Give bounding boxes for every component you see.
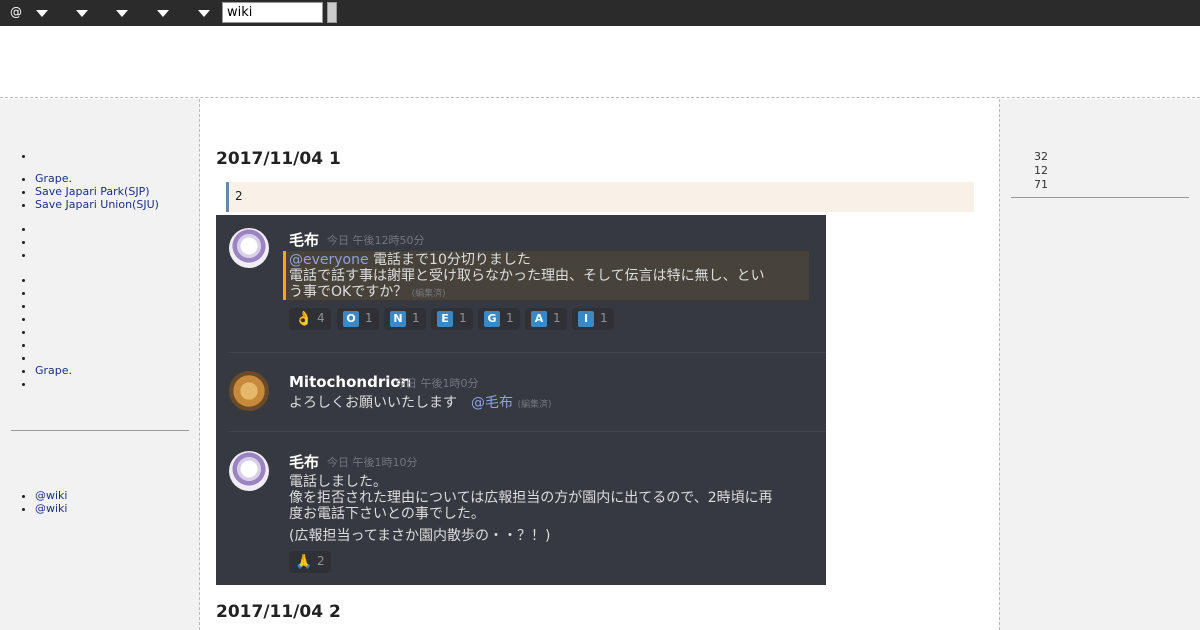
letter-g-icon: G xyxy=(484,311,500,327)
sidebar-menu: Grape. xyxy=(35,273,72,390)
letter-e-icon: E xyxy=(437,311,453,327)
chevron-down-icon[interactable] xyxy=(157,10,169,17)
right-sidebar xyxy=(999,99,1200,630)
sidebar-item xyxy=(35,299,72,312)
reaction-e[interactable]: E1 xyxy=(431,308,473,330)
sidebar-link[interactable]: Grape. xyxy=(35,364,72,377)
chevron-down-icon[interactable] xyxy=(36,10,48,17)
sidebar-divider xyxy=(1011,197,1189,198)
mention-user[interactable]: @毛布 xyxy=(471,395,513,411)
message-timestamp: 今日 午後12時50分 xyxy=(327,234,425,247)
message-timestamp: 今日 午後1時0分 xyxy=(395,377,479,390)
sidebar-link[interactable]: Grape. xyxy=(35,172,72,185)
top-bar: @ xyxy=(0,0,1200,26)
sidebar-link[interactable]: @wiki xyxy=(35,502,67,515)
section-heading: 2017/11/04 2 xyxy=(216,602,341,622)
reaction-count: 1 xyxy=(600,311,608,325)
message-line: @everyone 電話まで10分切りました xyxy=(289,252,531,268)
chevron-down-icon[interactable] xyxy=(76,10,88,17)
letter-n-icon: N xyxy=(390,311,406,327)
sidebar-item xyxy=(35,351,72,364)
mention-everyone: @everyone xyxy=(289,252,369,268)
message-author: 毛布 xyxy=(289,231,320,249)
sidebar-link[interactable]: @wiki xyxy=(35,489,67,502)
counter-today: 12 xyxy=(1034,164,1048,177)
message-text: 電話まで10分切りました xyxy=(373,252,531,268)
sidebar-item xyxy=(35,286,72,299)
message-line: う事でOKですか？ (編集済) xyxy=(289,284,446,302)
sidebar-item: Grape. xyxy=(35,364,72,377)
avatar xyxy=(229,371,269,411)
counter-total: 32 xyxy=(1034,150,1048,163)
message-text: 像を拒否された理由については広報担当の方が園内に出てるので、2時頃に再 xyxy=(289,490,773,506)
message-text: 電話で話す事は謝罪と受け取らなかった理由、そして伝言は特に無し、とい xyxy=(289,268,765,284)
reaction-o[interactable]: O1 xyxy=(337,308,379,330)
reaction-pray[interactable]: 🙏 2 xyxy=(289,551,331,573)
chevron-down-icon[interactable] xyxy=(198,10,210,17)
chevron-down-icon[interactable] xyxy=(116,10,128,17)
page-header xyxy=(0,26,1200,98)
edited-label: (編集済) xyxy=(411,289,446,299)
counter-yesterday: 71 xyxy=(1034,178,1048,191)
reaction-i[interactable]: I1 xyxy=(572,308,614,330)
sidebar-menu: @wiki@wiki xyxy=(35,489,67,515)
letter-a-icon: A xyxy=(531,311,547,327)
message-author: 毛布 xyxy=(289,453,320,471)
message-text: よろしくお願いいたします xyxy=(289,395,457,411)
reaction-count: 4 xyxy=(317,311,325,325)
reaction-count: 1 xyxy=(553,311,561,325)
at-menu-label[interactable]: @ xyxy=(10,5,22,19)
sidebar-item xyxy=(35,273,72,286)
reaction-count: 1 xyxy=(459,311,467,325)
letter-i-icon: I xyxy=(578,311,594,327)
sidebar-item xyxy=(35,377,72,390)
message-text: (広報担当ってまさか園内散歩の・・？！) xyxy=(289,528,551,544)
folded-hands-icon: 🙏 xyxy=(295,554,313,570)
sidebar-item: @wiki xyxy=(35,502,67,515)
avatar xyxy=(229,451,269,491)
reaction-n[interactable]: N1 xyxy=(384,308,426,330)
message-author: Mitochondrion xyxy=(289,373,412,391)
sidebar-item: Save Japari Union(SJU) xyxy=(35,198,159,211)
message-text: う事でOKですか？ xyxy=(289,284,408,300)
reaction-count: 1 xyxy=(506,311,514,325)
section-heading: 2017/11/04 1 xyxy=(216,149,341,169)
reaction-ok[interactable]: 👌 4 xyxy=(289,308,331,330)
reaction-count: 1 xyxy=(365,311,373,325)
sidebar-link[interactable]: Save Japari Park(SJP) xyxy=(35,185,150,198)
sidebar-item xyxy=(35,325,72,338)
edited-label: (編集済) xyxy=(517,400,552,410)
message-text: 電話しました。 xyxy=(289,474,387,490)
sidebar-item xyxy=(35,312,72,325)
message-text: 度お電話下さいとの事でした。 xyxy=(289,506,485,522)
reaction-g[interactable]: G1 xyxy=(478,308,520,330)
reaction-count: 2 xyxy=(317,554,325,568)
letter-o-icon: O xyxy=(343,311,359,327)
message-line: よろしくお願いいたします @毛布 (編集済) xyxy=(289,395,551,413)
message-divider xyxy=(228,431,826,432)
sidebar-item xyxy=(35,338,72,351)
reaction-count: 1 xyxy=(412,311,420,325)
search-button[interactable] xyxy=(327,2,337,23)
ok-hand-icon: 👌 xyxy=(295,311,313,327)
sidebar-link[interactable]: Save Japari Union(SJU) xyxy=(35,198,159,211)
message-timestamp: 今日 午後1時10分 xyxy=(327,456,418,469)
sidebar-item: Save Japari Park(SJP) xyxy=(35,185,159,198)
message-divider xyxy=(228,352,826,353)
note-box: 2 xyxy=(226,182,974,212)
sidebar-menu: Grape.Save Japari Park(SJP)Save Japari U… xyxy=(35,172,159,211)
sidebar-item: Grape. xyxy=(35,172,159,185)
search-input[interactable] xyxy=(222,2,323,23)
sidebar-divider xyxy=(11,430,189,431)
reaction-a[interactable]: A1 xyxy=(525,308,567,330)
sidebar-item: @wiki xyxy=(35,489,67,502)
avatar xyxy=(229,228,269,268)
